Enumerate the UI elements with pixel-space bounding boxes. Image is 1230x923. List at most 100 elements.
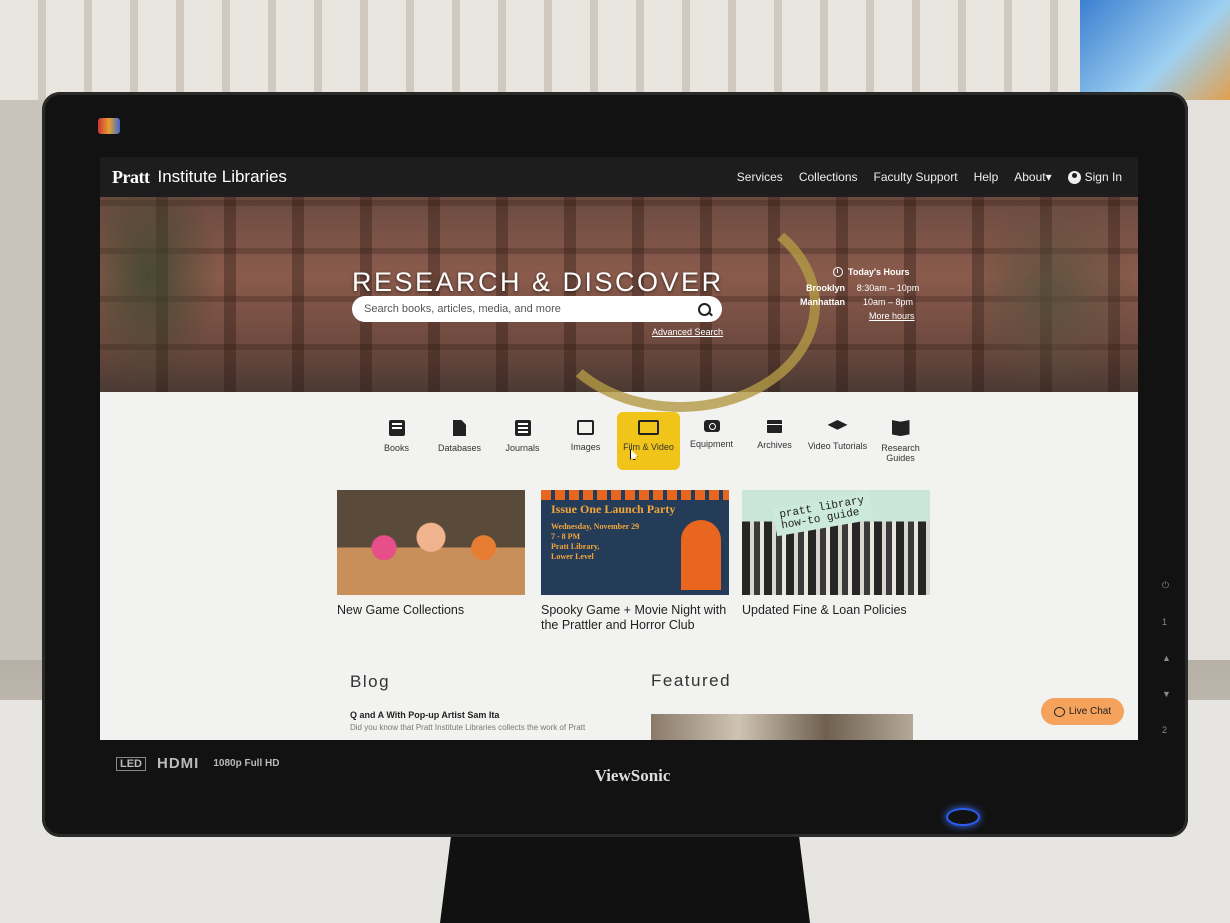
- poster-detail-line: 7 - 8 PM: [551, 532, 581, 541]
- featured-image[interactable]: [651, 714, 913, 740]
- hours-location: Manhattan: [800, 297, 845, 307]
- nav-services[interactable]: Services: [737, 170, 783, 184]
- monitor-button-up[interactable]: ▲: [1162, 653, 1171, 663]
- archive-box-icon: [767, 420, 782, 433]
- blog-post-title[interactable]: Q and A With Pop-up Artist Sam Ita: [350, 710, 499, 720]
- power-led-icon: [946, 808, 980, 826]
- graduation-cap-icon: [827, 420, 848, 430]
- monitor-button-down[interactable]: ▼: [1162, 689, 1171, 699]
- chat-bubble-icon: [1053, 706, 1065, 717]
- clock-icon: [833, 267, 843, 277]
- live-chat-button[interactable]: Live Chat: [1041, 698, 1124, 725]
- list-icon: [514, 420, 531, 436]
- quick-link-label: Journals: [505, 443, 540, 453]
- hours-time: 10am – 8pm: [862, 297, 914, 307]
- card-image[interactable]: Issue One Launch Party Wednesday, Novemb…: [541, 490, 729, 595]
- quick-link-databases[interactable]: Databases: [428, 412, 491, 470]
- poster-detail-line: Wednesday, November 29: [551, 522, 640, 531]
- full-hd-badge: 1080p Full HD: [213, 757, 280, 769]
- caret-down-icon: ▾: [1045, 170, 1052, 184]
- monitor-power-button[interactable]: ⏻: [1162, 580, 1171, 591]
- monitor-side-buttons: ⏻ 1 ▲ ▼ 2: [1162, 580, 1171, 735]
- hours-title-text: Today's Hours: [848, 267, 910, 277]
- quick-link-images[interactable]: Images: [554, 412, 617, 470]
- monitor-icon: [638, 420, 659, 435]
- open-book-icon: [891, 420, 910, 436]
- poster-title: Issue One Launch Party: [551, 502, 676, 516]
- more-hours-link[interactable]: More hours: [869, 311, 923, 321]
- card-title[interactable]: Updated Fine & Loan Policies: [742, 603, 930, 618]
- card-image[interactable]: pratt library how-to guide: [742, 490, 930, 595]
- quick-link-label: Archives: [757, 440, 792, 450]
- news-card-loan-policies[interactable]: pratt library how-to guide Updated Fine …: [742, 490, 930, 618]
- search-input[interactable]: [362, 302, 696, 316]
- quick-link-equipment[interactable]: Equipment: [680, 412, 743, 470]
- hours-time: 8:30am – 10pm: [856, 283, 920, 293]
- quick-link-video-tutorials[interactable]: Video Tutorials: [806, 412, 869, 470]
- search-icon[interactable]: [698, 302, 711, 316]
- monitor-corner-logo: [98, 118, 120, 134]
- pratt-logo[interactable]: Pratt: [112, 167, 150, 188]
- search-box: [352, 296, 722, 322]
- featured-heading: Featured: [651, 671, 732, 690]
- document-icon: [453, 420, 466, 436]
- monitor-button-2[interactable]: 2: [1162, 725, 1171, 735]
- led-badge: LED: [116, 756, 146, 771]
- quick-link-archives[interactable]: Archives: [743, 412, 806, 470]
- poster-details: Wednesday, November 29 7 - 8 PM Pratt Li…: [551, 522, 639, 562]
- screen: Pratt Institute Libraries Services Colle…: [100, 157, 1138, 740]
- poster-detail-line: Lower Level: [551, 552, 594, 561]
- monitor-stand: [440, 835, 810, 923]
- office-wall-left: [0, 100, 45, 660]
- images-icon: [577, 420, 594, 435]
- office-ceiling: [0, 0, 1230, 105]
- site-name[interactable]: Institute Libraries: [157, 167, 286, 187]
- quick-link-books[interactable]: Books: [365, 412, 428, 470]
- background-monitor: [1080, 0, 1230, 100]
- nav-links: Services Collections Faculty Support Hel…: [737, 170, 1122, 184]
- hours-row-brooklyn: Brooklyn 8:30am – 10pm: [800, 283, 923, 293]
- news-card-spooky-night[interactable]: Issue One Launch Party Wednesday, Novemb…: [541, 490, 729, 633]
- card-image[interactable]: [337, 490, 525, 595]
- quick-link-label: Databases: [437, 443, 482, 453]
- nav-help[interactable]: Help: [974, 170, 999, 184]
- card-title[interactable]: New Game Collections: [337, 603, 525, 618]
- user-circle-icon: [1067, 170, 1081, 184]
- nav-about-label: About: [1014, 170, 1046, 184]
- quick-link-research-guides[interactable]: Research Guides: [869, 412, 932, 470]
- monitor-badges: LED HDMI 1080p Full HD: [116, 755, 282, 772]
- hero-banner: RESEARCH & DISCOVER Advanced Search Toda…: [100, 197, 1138, 412]
- hero-title: RESEARCH & DISCOVER: [352, 267, 724, 297]
- todays-hours: Today's Hours Brooklyn 8:30am – 10pm Man…: [800, 267, 923, 321]
- sign-in-label: Sign In: [1084, 170, 1122, 184]
- quick-links-bar: Books Databases Journals Images Film & V…: [365, 412, 932, 470]
- hours-location: Brooklyn: [805, 283, 845, 293]
- live-chat-label: Live Chat: [1068, 706, 1112, 717]
- blog-heading: Blog: [350, 672, 391, 691]
- hero-tree-right: [968, 197, 1138, 392]
- advanced-search-link[interactable]: Advanced Search: [652, 327, 723, 337]
- hours-title: Today's Hours: [833, 267, 923, 277]
- quick-link-label: Research Guides: [881, 443, 920, 463]
- quick-link-journals[interactable]: Journals: [491, 412, 554, 470]
- monitor-button-1[interactable]: 1: [1162, 617, 1171, 627]
- quick-link-label: Equipment: [689, 439, 734, 449]
- quick-link-label: Books: [383, 443, 409, 453]
- nav-about[interactable]: About▾: [1014, 170, 1051, 184]
- quick-link-film-video[interactable]: Film & Video: [617, 412, 680, 470]
- guide-sign: pratt library how-to guide: [772, 491, 874, 537]
- quick-link-label: Images: [570, 442, 601, 452]
- nav-faculty-support[interactable]: Faculty Support: [874, 170, 958, 184]
- navbar: Pratt Institute Libraries Services Colle…: [100, 157, 1138, 197]
- blog-post-snippet: Did you know that Pratt Institute Librar…: [350, 723, 586, 732]
- book-icon: [388, 420, 405, 436]
- hdmi-badge: HDMI: [157, 755, 200, 772]
- news-card-game-collections[interactable]: New Game Collections: [337, 490, 525, 618]
- card-title[interactable]: Spooky Game + Movie Night with the Pratt…: [541, 603, 729, 633]
- monitor-brand: ViewSonic: [594, 766, 671, 785]
- poster-detail-line: Pratt Library,: [551, 542, 600, 551]
- quick-link-label: Video Tutorials: [807, 441, 868, 451]
- sign-in-button[interactable]: Sign In: [1067, 170, 1122, 184]
- nav-collections[interactable]: Collections: [799, 170, 858, 184]
- camera-icon: [703, 420, 720, 432]
